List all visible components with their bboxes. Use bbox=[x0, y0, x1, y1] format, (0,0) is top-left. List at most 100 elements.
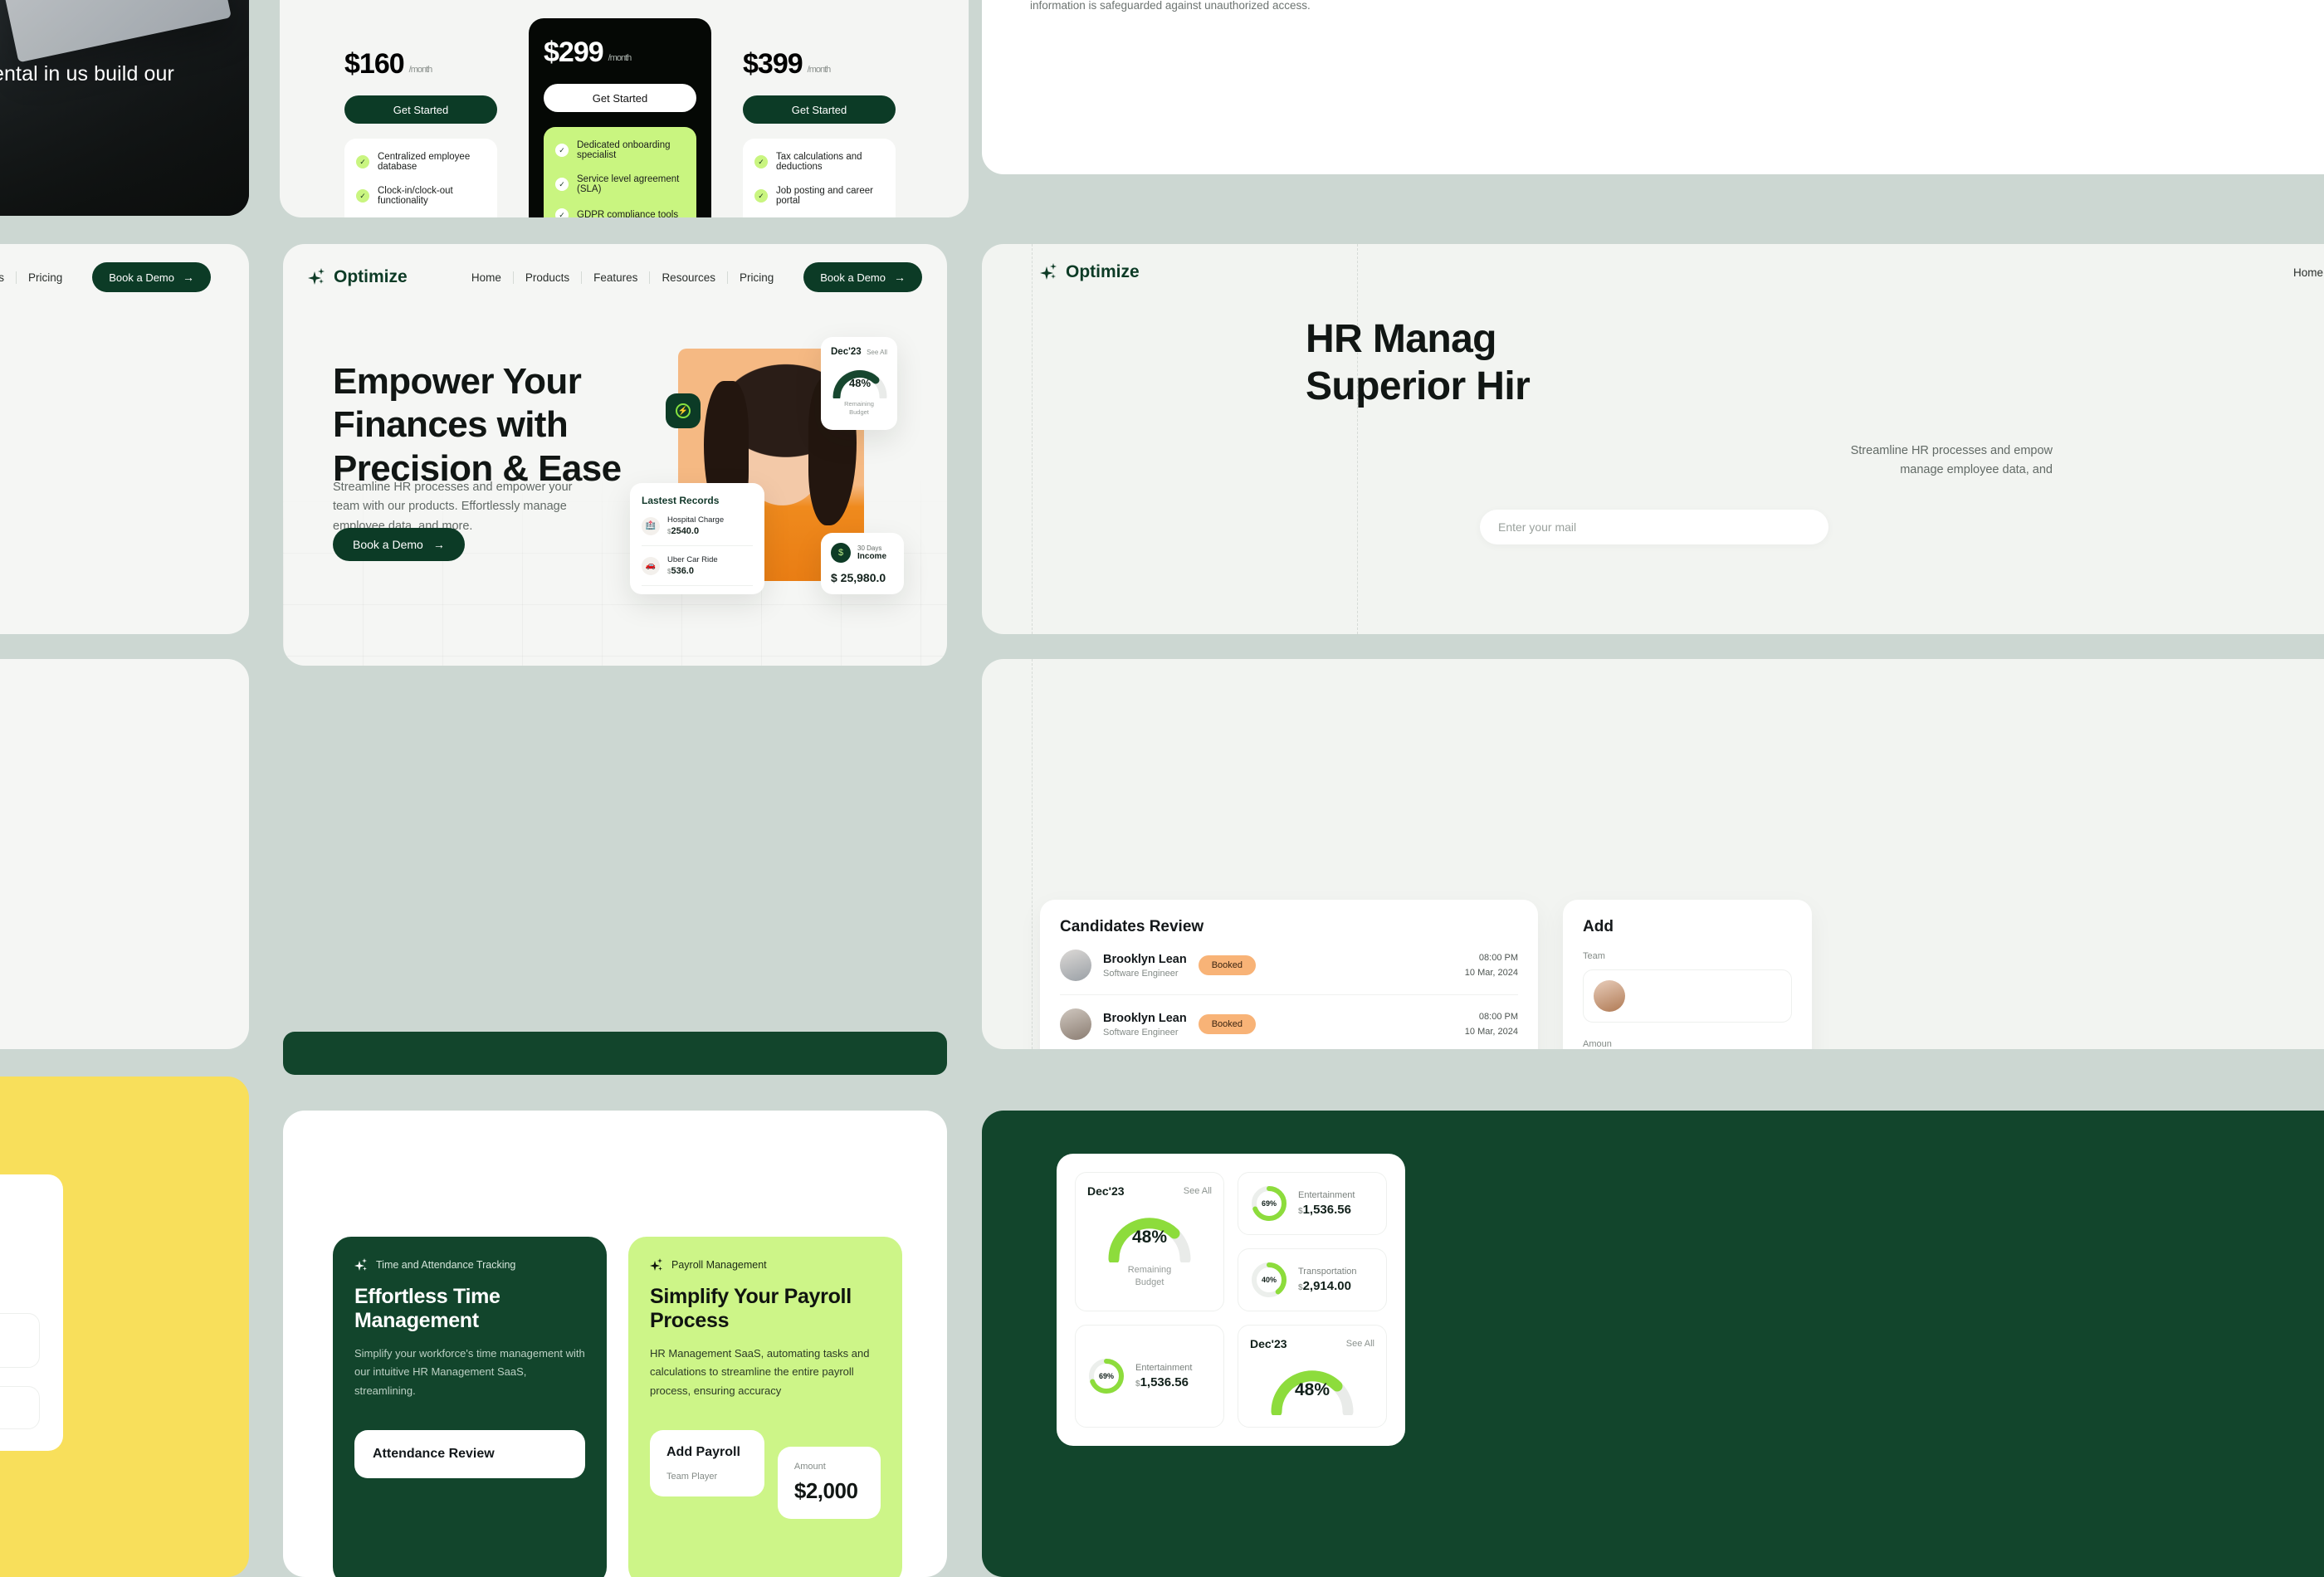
candidates-review-card: Candidates Review Brooklyn Lean Software… bbox=[1040, 900, 1538, 1049]
nav-link-features[interactable]: Features bbox=[582, 271, 651, 284]
check-icon: ✓ bbox=[356, 155, 369, 168]
hero-book-demo-button[interactable]: Book a Demo → bbox=[333, 528, 465, 561]
price-period: /month bbox=[608, 53, 632, 63]
expense-amount: $2,914.00 bbox=[1298, 1279, 1357, 1293]
transfer-panel: Transfer Money Enter the amount $150.00 … bbox=[0, 1077, 249, 1577]
nav-link-home[interactable]: Home bbox=[2282, 266, 2324, 279]
nav-link-resources[interactable]: Resources bbox=[650, 271, 728, 284]
content-features-panel: Post details Share your post Content Edi… bbox=[982, 0, 2324, 174]
team-player-label: Team Player bbox=[666, 1472, 718, 1482]
budget-month: Dec'23 bbox=[1087, 1184, 1125, 1198]
right-hero-heading-line1: HR Manag bbox=[1306, 317, 1496, 361]
candidates-review-title: Candidates Review bbox=[1060, 918, 1204, 935]
hero-heading-line2: Finances with bbox=[333, 404, 569, 446]
feature-item: ✓ Tax calculations and deductions bbox=[754, 152, 884, 172]
table-row[interactable]: Brooklyn Lean Software Engineer Booked 0… bbox=[1060, 995, 1518, 1049]
budget-gauge-card-2: Dec'23 See All 48% bbox=[1238, 1325, 1387, 1428]
budget-card-header: Dec'23 See All bbox=[1250, 1337, 1374, 1350]
get-started-button[interactable]: Get Started bbox=[743, 95, 896, 124]
pricing-card-enterprise[interactable]: $399 /month Get Started ✓ Tax calculation… bbox=[730, 33, 909, 217]
nav-link-products[interactable]: Products bbox=[514, 271, 583, 284]
content-feature-desc: Our extensive data security measures ens… bbox=[1030, 0, 1311, 12]
content-feature-organization: ▤ 7:15 PM 👍 1.38k 🛡 1.3 Content Organiz … bbox=[1446, 0, 1815, 15]
expense-column: 69% Entertainment $1,536.56 40% Transpor… bbox=[1238, 1172, 1387, 1311]
feature-item: ✓ Clock-in/clock-out functionality bbox=[356, 186, 486, 206]
card-row[interactable]: ▭Master Card 2560 36** bbox=[0, 1386, 40, 1429]
budget-percent: 48% bbox=[1131, 1228, 1168, 1247]
car-icon: 🚗 bbox=[642, 556, 660, 575]
check-icon: ✓ bbox=[356, 189, 369, 203]
price-amount: $299 bbox=[544, 37, 604, 68]
hero-heading: Empower Your Finances with Precision & E… bbox=[333, 360, 681, 491]
guide-line-mid bbox=[1357, 244, 1358, 634]
record-amount: $536.0 bbox=[667, 566, 718, 576]
pricing-panel: $160 /month Get Started ✓ Centralized emp… bbox=[280, 0, 969, 217]
arrow-right-icon: → bbox=[183, 271, 194, 284]
see-all-link[interactable]: See All bbox=[1346, 1339, 1374, 1349]
feature-card-time: Time and Attendance Tracking Effortless … bbox=[333, 1237, 607, 1577]
feature-title: Effortless Time Management bbox=[354, 1285, 500, 1332]
check-icon: ✓ bbox=[754, 155, 768, 168]
nav-link-home[interactable]: Home bbox=[460, 271, 514, 284]
amount-label: Amoun bbox=[1583, 1039, 1612, 1049]
nav-link-resources[interactable]: Resources bbox=[0, 271, 17, 284]
table-row[interactable]: Brooklyn Lean Software Engineer Booked 0… bbox=[1060, 936, 1518, 995]
email-field[interactable]: Enter your mail bbox=[1480, 510, 1828, 544]
feature-label: Dedicated onboarding specialist bbox=[577, 140, 671, 160]
get-started-button[interactable]: Get Started bbox=[344, 95, 497, 124]
see-all-link[interactable]: See All bbox=[1184, 1186, 1212, 1196]
avatar bbox=[1060, 1008, 1091, 1040]
brand-logo[interactable]: Optimize bbox=[1040, 262, 1140, 282]
budget-month: Dec'23 bbox=[1250, 1337, 1287, 1350]
budget-label-line1: Remaining bbox=[1127, 1265, 1172, 1275]
budget-percent: 48% bbox=[848, 377, 872, 389]
get-started-button[interactable]: Get Started bbox=[544, 84, 696, 112]
left-hero-panel: Resources Pricing Book a Demo → Manage, … bbox=[0, 244, 249, 634]
expense-name: Entertainment bbox=[1135, 1363, 1193, 1373]
book-demo-button[interactable]: Book a Demo → bbox=[803, 262, 922, 292]
candidate-time: 08:00 PM bbox=[1478, 953, 1518, 963]
feature-label: Centralized employee database bbox=[378, 152, 471, 172]
candidate-date: 10 Mar, 2024 bbox=[1464, 1027, 1518, 1037]
pricing-card-basic[interactable]: $160 /month Get Started ✓ Centralized emp… bbox=[331, 33, 510, 217]
refresh-fab-icon[interactable]: ⚡ bbox=[666, 393, 701, 428]
feature-list: ✓ Dedicated onboarding specialist ✓ Servic… bbox=[544, 127, 696, 217]
feature-label: Tax calculations and deductions bbox=[776, 152, 862, 172]
feature-desc: HR Management SaaS, automating tasks and… bbox=[650, 1347, 870, 1397]
budget-gauge: 48% bbox=[1104, 1208, 1195, 1265]
brand-logo[interactable]: Optimize bbox=[308, 267, 408, 287]
price-amount-wrap: $399 /month bbox=[743, 48, 896, 81]
pricing-card-pro[interactable]: $299 /month Get Started ✓ Dedicated onboa… bbox=[529, 18, 711, 217]
budget-label-line2: Budget bbox=[1135, 1277, 1164, 1287]
check-icon: ✓ bbox=[555, 178, 569, 191]
income-card: $ 30 Days Income $ 25,980.0 bbox=[821, 533, 904, 594]
team-member-row[interactable] bbox=[1583, 969, 1792, 1023]
see-all-link[interactable]: See All bbox=[867, 349, 887, 356]
progress-ring: 69% bbox=[1250, 1184, 1288, 1223]
budget-label-line2: Budget bbox=[849, 408, 869, 416]
expense-card-entertainment: 69% Entertainment $1,536.56 bbox=[1238, 1172, 1387, 1235]
candidate-meta: 08:00 PM 10 Mar, 2024 bbox=[1465, 1012, 1518, 1037]
feature-label: Job posting and career portal bbox=[776, 186, 873, 206]
progress-ring: 40% bbox=[1250, 1261, 1288, 1299]
nav-link-pricing[interactable]: Pricing bbox=[17, 271, 74, 284]
amount-label: Amount bbox=[793, 1462, 826, 1472]
left-hero-navlinks: Resources Pricing bbox=[0, 271, 74, 284]
left-dashboard-panel: Brooklyn Lean ⌄ 👍 Content Interactions ◕ bbox=[0, 659, 249, 1049]
transfer-title: Transfer Money bbox=[0, 1196, 40, 1215]
candidate-info: Brooklyn Lean Software Engineer bbox=[1103, 953, 1187, 979]
send-to-row[interactable]: ⇆Send to Judges Battern bbox=[0, 1313, 40, 1368]
testimonial-role: Engineer bbox=[0, 164, 221, 178]
expense-value: 2,914.00 bbox=[1302, 1279, 1351, 1293]
right-hero-desc-line2: manage employee data, and bbox=[1900, 463, 2053, 477]
nav-link-pricing[interactable]: Pricing bbox=[728, 271, 785, 284]
right-hero-navbar: Optimize Home bbox=[982, 262, 2324, 282]
expense-info: Transportation $2,914.00 bbox=[1298, 1267, 1357, 1293]
transfer-amount[interactable]: $150.00 bbox=[0, 1257, 40, 1295]
book-demo-button[interactable]: Book a Demo → bbox=[92, 262, 211, 292]
record-name: Hospital Charge bbox=[667, 515, 725, 525]
features-panel: Time and Attendance Tracking Effortless … bbox=[283, 1111, 947, 1577]
expense-dashboard-card: Dec'23 See All 48% Remaining Budget 69% … bbox=[1057, 1154, 1405, 1446]
price-period: /month bbox=[807, 65, 832, 75]
budget-card: Dec'23 See All 48% Remaining Budget bbox=[821, 337, 897, 430]
